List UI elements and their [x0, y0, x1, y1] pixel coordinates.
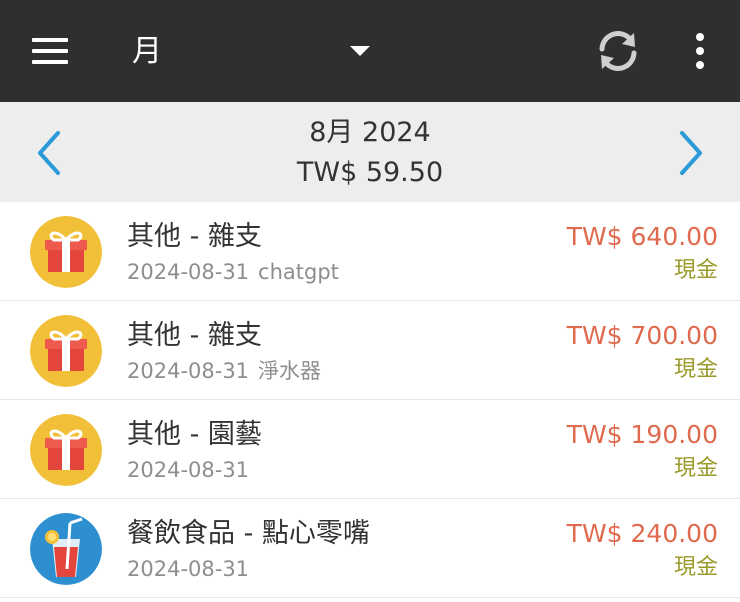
transaction-row[interactable]: 其他 - 園藝 2024-08-31 TW$ 190.00 現金 [0, 400, 740, 499]
entry-details: 2024-08-31 [127, 554, 258, 584]
transaction-list: 其他 - 雜支 2024-08-31 chatgpt TW$ 640.00 現金 … [0, 202, 740, 598]
entry-account: 現金 [673, 555, 718, 580]
next-period-icon[interactable] [670, 128, 710, 178]
entry-account: 現金 [673, 456, 718, 481]
menu-icon[interactable] [32, 38, 68, 64]
gift-icon [30, 414, 102, 486]
transaction-row[interactable]: 其他 - 雜支 2024-08-31 淨水器 TW$ 700.00 現金 [0, 301, 740, 400]
entry-details: 2024-08-31 淨水器 [127, 356, 321, 386]
entry-amount: TW$ 700.00 [566, 321, 718, 350]
period-dropdown-icon[interactable] [350, 46, 370, 56]
entry-account: 現金 [673, 357, 718, 382]
entry-note: chatgpt [258, 260, 339, 284]
entry-details: 2024-08-31 [127, 455, 258, 485]
gift-icon [30, 216, 102, 288]
entry-date: 2024-08-31 [127, 458, 250, 482]
more-options-icon[interactable] [690, 33, 710, 69]
drink-icon [30, 513, 102, 585]
period-title: 8月 2024 [309, 117, 431, 148]
gift-icon [30, 315, 102, 387]
entry-date: 2024-08-31 [127, 260, 250, 284]
entry-date: 2024-08-31 [127, 359, 250, 383]
category-label: 其他 - 園藝 [127, 419, 262, 450]
category-label: 其他 - 雜支 [127, 221, 262, 252]
transaction-row[interactable]: 餐飲食品 - 點心零嘴 2024-08-31 TW$ 240.00 現金 [0, 499, 740, 598]
period-total: TW$ 59.50 [296, 157, 444, 188]
entry-details: 2024-08-31 chatgpt [127, 257, 339, 287]
category-label: 餐飲食品 - 點心零嘴 [127, 518, 370, 549]
entry-amount: TW$ 240.00 [566, 519, 718, 548]
entry-date: 2024-08-31 [127, 557, 250, 581]
transaction-row[interactable]: 其他 - 雜支 2024-08-31 chatgpt TW$ 640.00 現金 [0, 202, 740, 301]
period-header: 8月 2024 TW$ 59.50 [0, 102, 740, 202]
entry-amount: TW$ 640.00 [566, 222, 718, 251]
sync-icon[interactable] [594, 27, 642, 75]
entry-account: 現金 [673, 258, 718, 283]
category-label: 其他 - 雜支 [127, 320, 262, 351]
app-bar: 月 [0, 0, 740, 102]
entry-note: 淨水器 [258, 359, 322, 383]
entry-amount: TW$ 190.00 [566, 420, 718, 449]
period-type-label[interactable]: 月 [132, 30, 162, 74]
